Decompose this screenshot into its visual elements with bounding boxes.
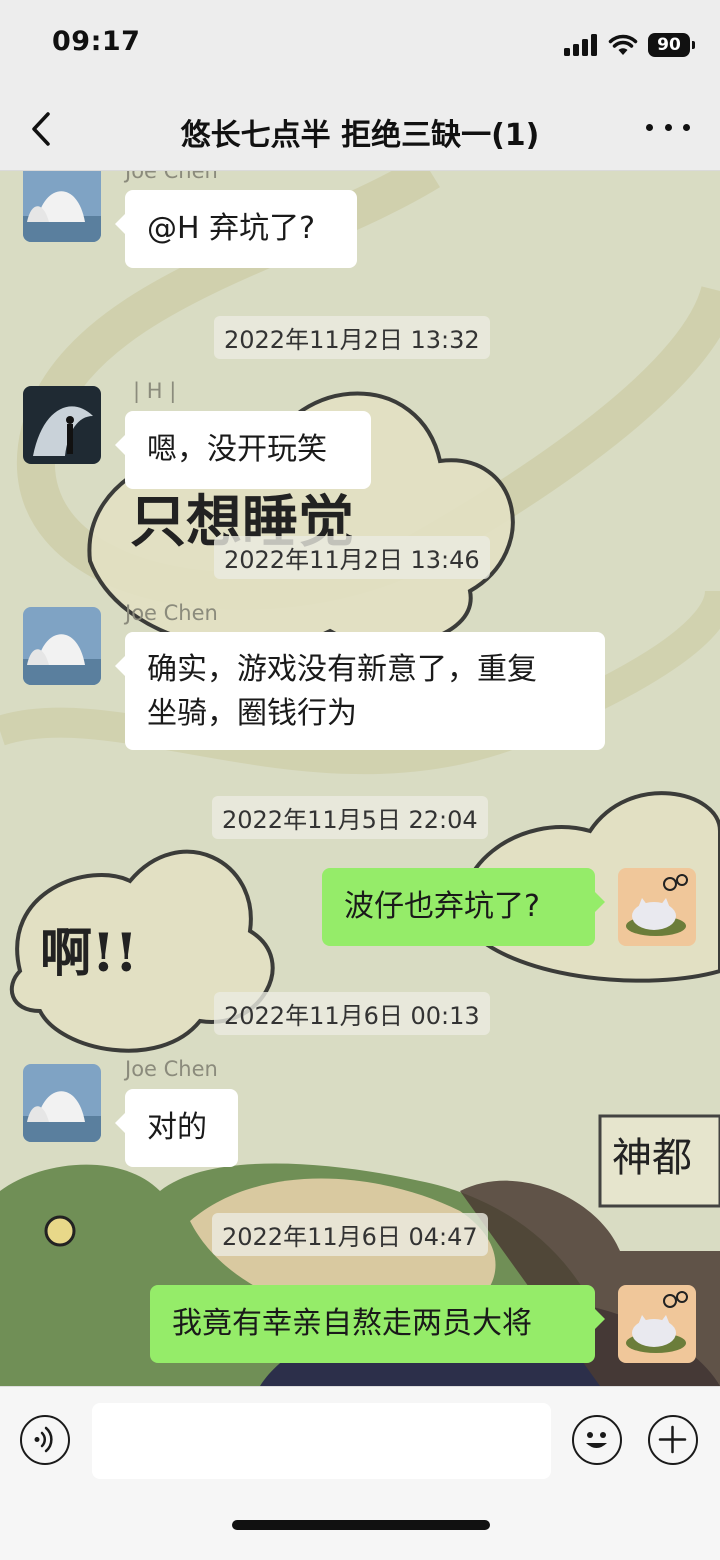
voice-icon [34,1426,53,1453]
sender-name: Joe Chen [125,171,218,183]
more-icon [646,123,653,131]
message-bubble-self[interactable]: 我竟有幸亲自熬走两员大将 [150,1285,605,1363]
status-time: 09:17 [52,26,141,57]
message-bubble[interactable]: 确实，游戏没有新意了，重复 坐骑，圈钱行为 [115,632,605,750]
message-input[interactable] [92,1403,551,1479]
nav-bar: 悠长七点半 拒绝三缺一(1) [0,90,720,171]
plus-button[interactable] [648,1415,698,1465]
angel-avatar[interactable] [23,386,101,464]
timestamp: 2022年11月2日 13:32 [214,316,490,359]
signal-icon [564,34,597,56]
message-bubble-self[interactable]: 波仔也弃坑了? [322,868,605,946]
sender-name: Joe Chen [125,601,218,625]
timestamp: 2022年11月6日 00:13 [214,992,490,1035]
back-button[interactable] [22,106,62,152]
chevron-left-icon [32,112,50,146]
status-bar: 09:17 90 [0,0,720,90]
bg-text-ah: 啊!! [40,923,138,984]
status-icons: 90 [564,30,695,60]
opera-house-avatar[interactable] [23,607,101,685]
timestamp: 2022年11月6日 04:47 [212,1213,488,1256]
message-bubble[interactable]: 对的 [115,1089,238,1167]
input-bar [0,1386,720,1560]
message-bubble[interactable]: 嗯，没开玩笑 [115,411,371,489]
emoji-button[interactable] [572,1415,622,1465]
battery-icon: 90 [648,33,695,57]
message-bubble[interactable]: @H 弃坑了? [115,190,357,268]
more-dot [664,123,672,131]
chat-title: 悠长七点半 拒绝三缺一(1) [180,118,540,153]
wifi-icon [608,34,638,55]
home-indicator [232,1520,490,1530]
opera-house-avatar[interactable] [23,1064,101,1142]
more-button[interactable] [646,112,690,142]
sender-name: Joe Chen [125,1057,218,1081]
bg-text-brand: 神都 [612,1135,692,1181]
sender-name: | H | [133,379,177,403]
message-line: 坐骑，圈钱行为 [147,696,357,731]
cat-avatar[interactable] [618,868,696,946]
plus-icon [658,1425,687,1454]
timestamp: 2022年11月2日 13:46 [214,536,490,579]
battery-level: 90 [657,35,681,55]
timestamp: 2022年11月5日 22:04 [212,796,488,839]
voice-button[interactable] [20,1415,70,1465]
emoji-icon [586,1432,607,1448]
cat-avatar[interactable] [618,1285,696,1363]
message-line: 确实，游戏没有新意了，重复 [147,652,537,687]
more-dot [683,123,690,131]
opera-house-avatar[interactable] [23,171,101,242]
chat-area[interactable]: 只想睡觉 啊!! 神都 Joe Chen @H 弃坑了? 2022年11月2日 … [0,171,720,1386]
